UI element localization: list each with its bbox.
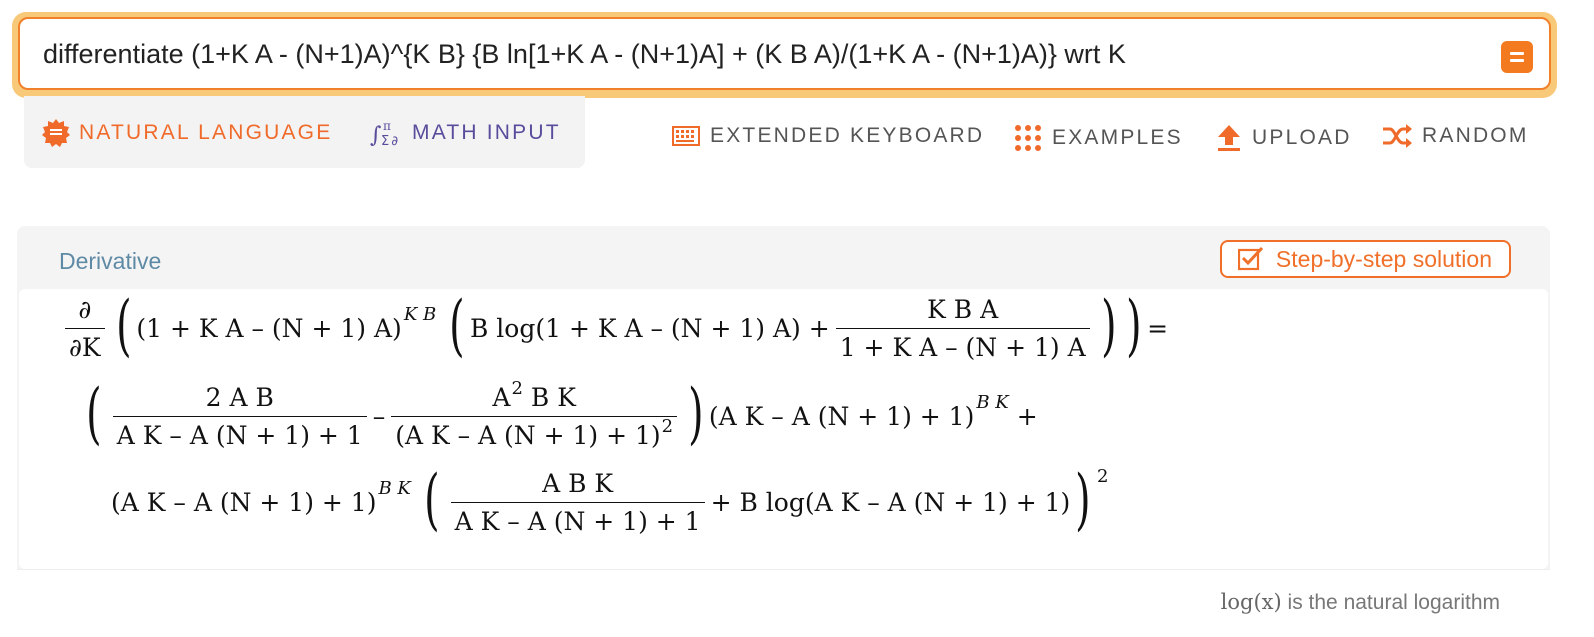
partial-k: ∂K bbox=[65, 328, 105, 362]
exponent-bk: B K bbox=[976, 392, 1009, 413]
input-mode-panel: NATURAL LANGUAGE ∫ π Σ∂ MATH INPUT bbox=[24, 96, 585, 168]
paren-open-2: ( bbox=[449, 286, 465, 364]
upload-icon bbox=[1218, 125, 1240, 151]
frac-numerator: 2 A B bbox=[205, 383, 274, 412]
math-input-tab[interactable]: ∫ π Σ∂ MATH INPUT bbox=[370, 118, 561, 148]
paren-close: ) bbox=[1126, 286, 1143, 364]
partial-derivative-operator: ∂ ∂K bbox=[65, 295, 105, 362]
frac-denominator: A K – A (N + 1) + 1 bbox=[112, 416, 367, 450]
step-by-step-label: Step-by-step solution bbox=[1275, 245, 1492, 272]
upload-label: UPLOAD bbox=[1252, 126, 1352, 149]
paren-open-3: ( bbox=[86, 374, 102, 452]
term-bk: B K bbox=[530, 383, 576, 412]
equals-icon-bar bbox=[1510, 59, 1524, 62]
row2-base: (A K – A (N + 1) + 1) bbox=[708, 402, 975, 431]
svg-text:π: π bbox=[383, 119, 393, 133]
math-input-label: MATH INPUT bbox=[412, 121, 561, 144]
examples-label: EXAMPLES bbox=[1052, 126, 1183, 149]
natural-language-label: NATURAL LANGUAGE bbox=[79, 121, 333, 144]
equals-icon bbox=[1510, 52, 1524, 55]
plus-sign: + bbox=[1016, 402, 1038, 431]
math-row-1: ∂ ∂K ( (1 + K A – (N + 1) A) K B ( B log… bbox=[59, 286, 1169, 364]
log-note: log(x) is the natural logarithm bbox=[1221, 590, 1500, 615]
paren-open-4: ( bbox=[424, 460, 440, 538]
fraction-abk: A B K A K – A (N + 1) + 1 bbox=[450, 469, 705, 536]
frac-denominator: 1 + K A – (N + 1) A bbox=[835, 328, 1090, 362]
math-row-3: (A K – A (N + 1) + 1) B K ( A B K A K – … bbox=[111, 460, 1109, 538]
pod-title: Derivative bbox=[59, 248, 162, 274]
paren-open: ( bbox=[115, 286, 132, 364]
search-box[interactable]: differentiate (1+K A - (N+1)A)^{K B} {B … bbox=[18, 17, 1551, 90]
frac-numerator: K B A bbox=[927, 295, 999, 324]
paren-close-3: ) bbox=[688, 374, 704, 452]
frac-denominator: (A K – A (N + 1) + 1)2 bbox=[391, 416, 678, 450]
derivative-result: ∂ ∂K ( (1 + K A – (N + 1) A) K B ( B log… bbox=[19, 289, 1548, 569]
examples-button[interactable]: EXAMPLES bbox=[1014, 124, 1183, 152]
equals-sign: = bbox=[1147, 314, 1169, 343]
b-log-term: B log(1 + K A – (N + 1) A) + bbox=[469, 314, 830, 343]
log-note-text: is the natural logarithm bbox=[1287, 591, 1500, 614]
partial-symbol: ∂ bbox=[78, 295, 92, 324]
upload-button[interactable]: UPLOAD bbox=[1216, 124, 1352, 152]
paren-close-4: ) bbox=[1075, 460, 1091, 538]
extended-keyboard-label: EXTENDED KEYBOARD bbox=[710, 124, 985, 147]
exponent-2: 2 bbox=[661, 416, 674, 437]
fraction-a2bk: A2 B K (A K – A (N + 1) + 1)2 bbox=[391, 378, 678, 450]
random-button[interactable]: RANDOM bbox=[1382, 124, 1529, 148]
exponent-kb: K B bbox=[403, 304, 437, 325]
frac-denominator: A K – A (N + 1) + 1 bbox=[450, 502, 705, 536]
frac-numerator: A B K bbox=[542, 469, 614, 498]
search-input[interactable]: differentiate (1+K A - (N+1)A)^{K B} {B … bbox=[43, 39, 1126, 70]
exponent-bk: B K bbox=[378, 478, 411, 499]
derivative-pod: Derivative Step-by-step solution ∂ ∂K ( … bbox=[17, 226, 1550, 637]
natural-language-icon bbox=[42, 119, 70, 147]
denominator-base: (A K – A (N + 1) + 1) bbox=[395, 421, 661, 450]
math-row-2: ( 2 A B A K – A (N + 1) + 1 – A2 B K (A … bbox=[81, 374, 1038, 452]
row3-base: (A K – A (N + 1) + 1) bbox=[111, 488, 377, 517]
extended-keyboard-button[interactable]: EXTENDED KEYBOARD bbox=[672, 124, 984, 148]
examples-grid-icon bbox=[1015, 125, 1041, 151]
svg-text:Σ∂: Σ∂ bbox=[381, 134, 400, 148]
compute-button[interactable] bbox=[1501, 41, 1533, 73]
shuffle-icon bbox=[1383, 124, 1412, 148]
square-exponent: 2 bbox=[1097, 466, 1109, 487]
step-by-step-button[interactable]: Step-by-step solution bbox=[1219, 240, 1511, 278]
math-input-icon: ∫ π Σ∂ bbox=[370, 119, 400, 148]
pod-footer: log(x) is the natural logarithm bbox=[17, 569, 1550, 637]
exponent-2: 2 bbox=[511, 378, 523, 399]
paren-close-2: ) bbox=[1100, 286, 1117, 364]
natural-language-tab[interactable]: NATURAL LANGUAGE bbox=[41, 118, 332, 148]
fraction-2ab: 2 A B A K – A (N + 1) + 1 bbox=[112, 383, 367, 450]
term-a: A bbox=[492, 383, 511, 412]
random-label: RANDOM bbox=[1422, 124, 1529, 147]
keyboard-icon bbox=[672, 126, 700, 146]
minus-sign: – bbox=[372, 402, 386, 431]
frac-numerator: A2 B K bbox=[488, 378, 579, 416]
base-expression: (1 + K A – (N + 1) A) bbox=[136, 314, 402, 343]
checkbox-icon bbox=[1237, 247, 1264, 271]
b-log-tail: + B log(A K – A (N + 1) + 1) bbox=[710, 488, 1071, 517]
fraction-kba: K B A 1 + K A – (N + 1) A bbox=[835, 295, 1090, 362]
log-function: log(x) bbox=[1220, 590, 1282, 614]
